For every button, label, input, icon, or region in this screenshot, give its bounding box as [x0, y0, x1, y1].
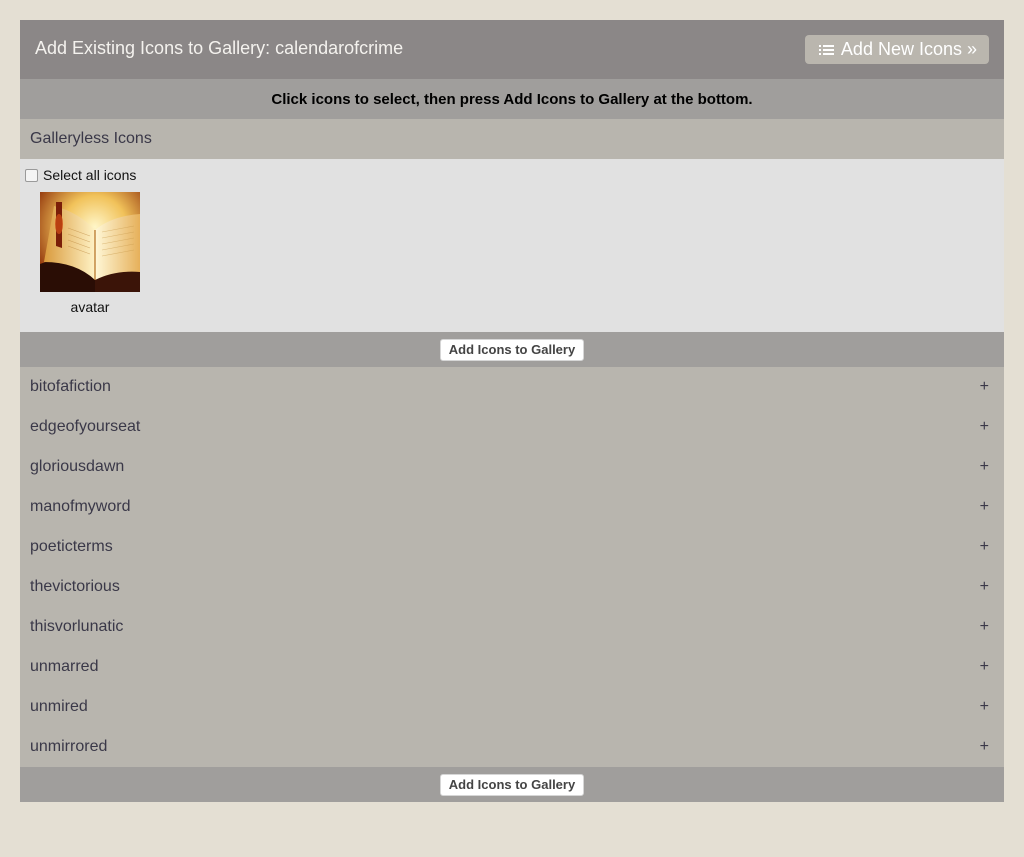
action-bar-top: Add Icons to Gallery [20, 332, 1004, 367]
page-header: Add Existing Icons to Gallery: calendaro… [20, 20, 1004, 79]
gallery-section-edgeofyourseat[interactable]: edgeofyourseat + [20, 407, 1004, 447]
select-all-checkbox[interactable] [25, 168, 38, 182]
gallery-name: thevictorious [30, 578, 120, 595]
select-all-icons[interactable]: Select all icons [25, 167, 136, 183]
expand-icon[interactable]: + [980, 698, 989, 716]
gallery-name: thisvorlunatic [30, 618, 124, 635]
gallery-name: gloriousdawn [30, 458, 125, 475]
icon-label: avatar [70, 299, 110, 315]
open-book-image[interactable] [40, 192, 140, 292]
add-icons-to-gallery-button[interactable]: Add Icons to Gallery [439, 338, 585, 361]
gallery-section-gloriousdawn[interactable]: gloriousdawn + [20, 447, 1004, 487]
galleryless-header: Galleryless Icons [20, 119, 1004, 159]
gallery-name: bitofafiction [30, 378, 111, 395]
expand-icon[interactable]: + [980, 418, 989, 436]
add-new-icons-label: Add New Icons » [840, 39, 977, 59]
gallery-name: poeticterms [30, 538, 113, 555]
expand-icon[interactable]: + [980, 378, 989, 396]
add-icons-panel: Add Existing Icons to Gallery: calendaro… [20, 20, 1004, 802]
expand-icon[interactable]: + [980, 578, 989, 596]
expand-icon[interactable]: + [980, 658, 989, 676]
gallery-section-bitofafiction[interactable]: bitofafiction + [20, 367, 1004, 407]
instructions-text: Click icons to select, then press Add Ic… [271, 90, 753, 108]
list-icon [818, 44, 834, 55]
gallery-name: unmired [30, 698, 88, 715]
select-all-label: Select all icons [43, 167, 137, 183]
action-bar-bottom: Add Icons to Gallery [20, 767, 1004, 802]
instructions-bar: Click icons to select, then press Add Ic… [20, 79, 1004, 119]
gallery-name: unmirrored [30, 738, 108, 755]
gallery-section-manofmyword[interactable]: manofmyword + [20, 487, 1004, 527]
page-title: Add Existing Icons to Gallery: calendaro… [35, 38, 404, 58]
galleryless-title: Galleryless Icons [30, 130, 152, 147]
gallery-section-poeticterms[interactable]: poeticterms + [20, 527, 1004, 567]
expand-icon[interactable]: + [980, 738, 989, 756]
gallery-section-unmired[interactable]: unmired + [20, 687, 1004, 727]
add-new-icons-button[interactable]: Add New Icons » [804, 35, 989, 64]
gallery-name: unmarred [30, 658, 99, 675]
gallery-section-thevictorious[interactable]: thevictorious + [20, 567, 1004, 607]
gallery-section-unmirrored[interactable]: unmirrored + [20, 727, 1004, 767]
expand-icon[interactable]: + [980, 618, 989, 636]
galleryless-icons-area: Select all icons avatar [20, 159, 1004, 332]
gallery-section-thisvorlunatic[interactable]: thisvorlunatic + [20, 607, 1004, 647]
gallery-section-unmarred[interactable]: unmarred + [20, 647, 1004, 687]
gallery-name: manofmyword [30, 498, 131, 515]
gallery-name: edgeofyourseat [30, 418, 141, 435]
expand-icon[interactable]: + [980, 538, 989, 556]
add-icons-to-gallery-button[interactable]: Add Icons to Gallery [439, 773, 585, 796]
icon-tile[interactable]: avatar [40, 192, 140, 315]
expand-icon[interactable]: + [980, 498, 989, 516]
expand-icon[interactable]: + [980, 458, 989, 476]
